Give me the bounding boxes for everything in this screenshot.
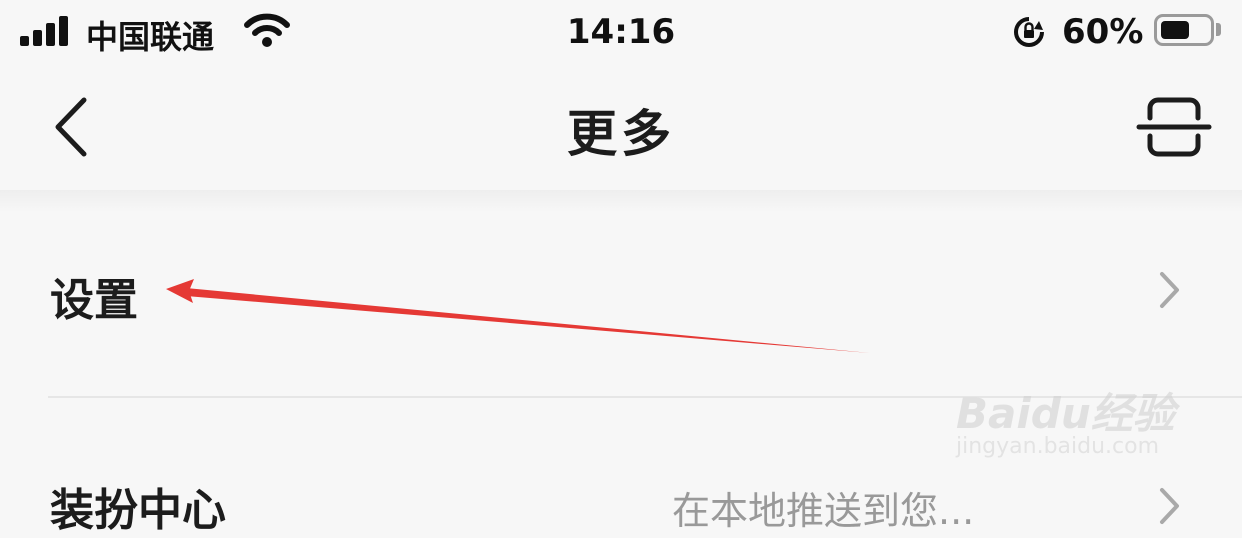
watermark-main: Baidu经验 [956, 389, 1175, 438]
status-bar: 中国联通 14:16 60% [0, 0, 1242, 64]
battery-icon [1154, 14, 1214, 46]
rotation-lock-icon [1014, 17, 1044, 47]
list-item-value: 在本地推送到您... [672, 489, 975, 533]
battery-percent: 60% [1062, 12, 1144, 52]
list-item-label: 设置 [50, 275, 138, 326]
chevron-right-icon [1160, 488, 1179, 524]
navigation-bar: 更多 [0, 64, 1242, 190]
scan-icon[interactable] [1136, 96, 1212, 158]
page-title: 更多 [567, 105, 675, 163]
list-item-label: 装扮中心 [50, 485, 226, 536]
status-time: 14:16 [566, 12, 676, 52]
battery-level-fill [1161, 21, 1189, 39]
watermark-sub: jingyan.baidu.com [956, 434, 1160, 459]
baidu-watermark: Baidu经验 jingyan.baidu.com [948, 350, 1188, 470]
chevron-right-icon [1160, 272, 1179, 308]
battery-tip [1216, 23, 1221, 36]
nav-shadow [0, 190, 1242, 212]
